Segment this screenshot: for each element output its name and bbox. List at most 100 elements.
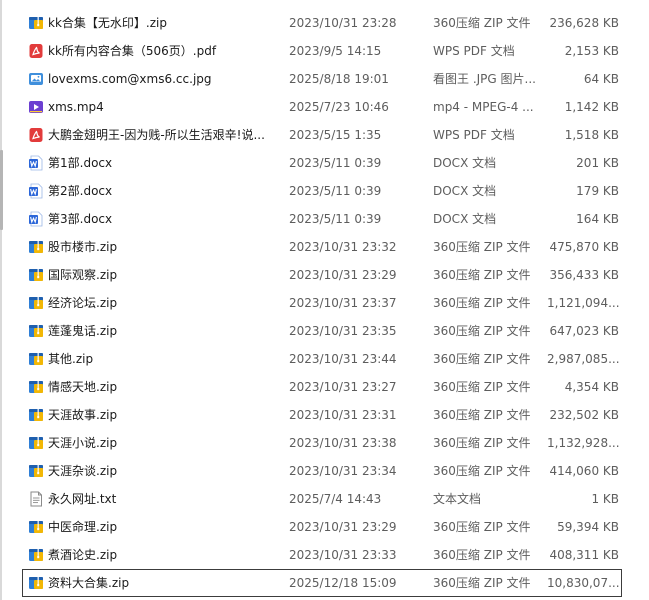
file-date-modified: 2025/12/18 15:09	[289, 576, 397, 590]
file-row[interactable]: 情感天地.zip 2023/10/31 23:27 360压缩 ZIP 文件 4,35…	[22, 373, 622, 401]
file-row[interactable]: 天涯小说.zip 2023/10/31 23:38 360压缩 ZIP 文件 1,13…	[22, 429, 622, 457]
file-size: 475,870 KB	[549, 240, 619, 254]
zip-archive-icon	[28, 435, 44, 451]
file-date-modified: 2023/10/31 23:35	[289, 324, 397, 338]
file-name: 第3部.docx	[48, 212, 113, 226]
zip-archive-icon	[28, 379, 44, 395]
file-size: 232,502 KB	[549, 408, 619, 422]
file-name: 其他.zip	[48, 352, 94, 366]
file-type: DOCX 文档	[433, 184, 497, 198]
file-row[interactable]: kk合集【无水印】.zip 2023/10/31 23:28 360压缩 ZIP 文…	[22, 9, 622, 37]
file-type: 360压缩 ZIP 文件	[433, 548, 531, 562]
file-date-modified: 2023/10/31 23:28	[289, 16, 397, 30]
file-name: 莲蓬鬼话.zip	[48, 324, 118, 338]
file-size: 2,987,085...	[547, 352, 619, 366]
file-row[interactable]: 中医命理.zip 2023/10/31 23:29 360压缩 ZIP 文件 59,3…	[22, 513, 622, 541]
file-type: DOCX 文档	[433, 212, 497, 226]
file-type: mp4 - MPEG-4 ...	[433, 100, 534, 114]
file-type: 360压缩 ZIP 文件	[433, 352, 531, 366]
file-row[interactable]: 第3部.docx 2023/5/11 0:39 DOCX 文档 164 KB	[22, 205, 622, 233]
file-size: 2,153 KB	[564, 44, 619, 58]
file-type: 360压缩 ZIP 文件	[433, 408, 531, 422]
file-name: 中医命理.zip	[48, 520, 118, 534]
file-name: lovexms.com@xms6.cc.jpg	[48, 72, 212, 86]
file-type: 360压缩 ZIP 文件	[433, 576, 531, 590]
file-date-modified: 2023/10/31 23:44	[289, 352, 397, 366]
file-row[interactable]: 天涯故事.zip 2023/10/31 23:31 360压缩 ZIP 文件 232,…	[22, 401, 622, 429]
file-date-modified: 2023/10/31 23:38	[289, 436, 397, 450]
file-date-modified: 2025/7/4 14:43	[289, 492, 382, 506]
file-size: 1,132,928...	[547, 436, 619, 450]
file-size: 201 KB	[576, 156, 619, 170]
file-name: xms.mp4	[48, 100, 104, 114]
file-date-modified: 2023/5/11 0:39	[289, 156, 382, 170]
zip-archive-icon	[28, 519, 44, 535]
zip-archive-icon	[28, 575, 44, 591]
file-size: 64 KB	[583, 72, 619, 86]
pdf-file-icon	[28, 43, 44, 59]
pane-left-border	[0, 0, 2, 600]
file-date-modified: 2025/8/18 19:01	[289, 72, 389, 86]
file-name: 天涯杂谈.zip	[48, 464, 118, 478]
file-row[interactable]: 股市楼市.zip 2023/10/31 23:32 360压缩 ZIP 文件 475,…	[22, 233, 622, 261]
file-name: 股市楼市.zip	[48, 240, 118, 254]
file-name: 天涯故事.zip	[48, 408, 118, 422]
file-row[interactable]: 其他.zip 2023/10/31 23:44 360压缩 ZIP 文件 2,987,…	[22, 345, 622, 373]
pane-scroll-handle[interactable]	[0, 150, 3, 230]
file-size: 647,023 KB	[549, 324, 619, 338]
file-row[interactable]: 煮酒论史.zip 2023/10/31 23:33 360压缩 ZIP 文件 408,…	[22, 541, 622, 569]
file-row[interactable]: 莲蓬鬼话.zip 2023/10/31 23:35 360压缩 ZIP 文件 647,…	[22, 317, 622, 345]
file-type: 360压缩 ZIP 文件	[433, 380, 531, 394]
file-date-modified: 2023/5/15 1:35	[289, 128, 382, 142]
zip-archive-icon	[28, 323, 44, 339]
zip-archive-icon	[28, 239, 44, 255]
file-type: 360压缩 ZIP 文件	[433, 520, 531, 534]
file-type: DOCX 文档	[433, 156, 497, 170]
file-size: 164 KB	[576, 212, 619, 226]
file-size: 236,628 KB	[549, 16, 619, 30]
file-date-modified: 2025/7/23 10:46	[289, 100, 389, 114]
file-row[interactable]: 第2部.docx 2023/5/11 0:39 DOCX 文档 179 KB	[22, 177, 622, 205]
file-type: 文本文档	[433, 492, 482, 506]
file-list: kk合集【无水印】.zip 2023/10/31 23:28 360压缩 ZIP 文…	[22, 9, 622, 597]
file-row[interactable]: lovexms.com@xms6.cc.jpg 2025/8/18 19:01 看图…	[22, 65, 622, 93]
file-date-modified: 2023/10/31 23:27	[289, 380, 397, 394]
file-date-modified: 2023/10/31 23:34	[289, 464, 397, 478]
file-size: 408,311 KB	[549, 548, 619, 562]
zip-archive-icon	[28, 295, 44, 311]
file-size: 1,142 KB	[564, 100, 619, 114]
file-date-modified: 2023/10/31 23:29	[289, 520, 397, 534]
file-date-modified: 2023/5/11 0:39	[289, 212, 382, 226]
file-type: WPS PDF 文档	[433, 128, 515, 142]
file-row[interactable]: 大鹏金翅明王-因为贱-所以生活艰辛!说... 2023/5/15 1:35 WPS …	[22, 121, 622, 149]
file-size: 179 KB	[576, 184, 619, 198]
file-row[interactable]: kk所有内容合集（506页）.pdf 2023/9/5 14:15 WPS PDF …	[22, 37, 622, 65]
file-name: 第1部.docx	[48, 156, 113, 170]
file-name: 情感天地.zip	[48, 380, 118, 394]
word-doc-icon	[28, 211, 44, 227]
file-size: 414,060 KB	[549, 464, 619, 478]
file-name: 经济论坛.zip	[48, 296, 118, 310]
file-size: 1,121,094...	[547, 296, 619, 310]
word-doc-icon	[28, 183, 44, 199]
file-row[interactable]: 国际观察.zip 2023/10/31 23:29 360压缩 ZIP 文件 356,…	[22, 261, 622, 289]
file-row[interactable]: 永久网址.txt 2025/7/4 14:43 文本文档 1 KB	[22, 485, 622, 513]
zip-archive-icon	[28, 351, 44, 367]
file-size: 1 KB	[591, 492, 619, 506]
file-name: 第2部.docx	[48, 184, 113, 198]
file-type: 360压缩 ZIP 文件	[433, 324, 531, 338]
file-date-modified: 2023/9/5 14:15	[289, 44, 382, 58]
file-date-modified: 2023/5/11 0:39	[289, 184, 382, 198]
file-size: 4,354 KB	[564, 380, 619, 394]
zip-archive-icon	[28, 15, 44, 31]
file-row[interactable]: xms.mp4 2025/7/23 10:46 mp4 - MPEG-4 ... 1,…	[22, 93, 622, 121]
file-row[interactable]: 经济论坛.zip 2023/10/31 23:37 360压缩 ZIP 文件 1,12…	[22, 289, 622, 317]
file-type: 360压缩 ZIP 文件	[433, 268, 531, 282]
file-name: 资料大合集.zip	[48, 576, 130, 590]
file-type: 360压缩 ZIP 文件	[433, 296, 531, 310]
file-row[interactable]: 资料大合集.zip 2025/12/18 15:09 360压缩 ZIP 文件 10,…	[22, 569, 622, 597]
file-row[interactable]: 天涯杂谈.zip 2023/10/31 23:34 360压缩 ZIP 文件 414,…	[22, 457, 622, 485]
word-doc-icon	[28, 155, 44, 171]
file-row[interactable]: 第1部.docx 2023/5/11 0:39 DOCX 文档 201 KB	[22, 149, 622, 177]
file-type: WPS PDF 文档	[433, 44, 515, 58]
